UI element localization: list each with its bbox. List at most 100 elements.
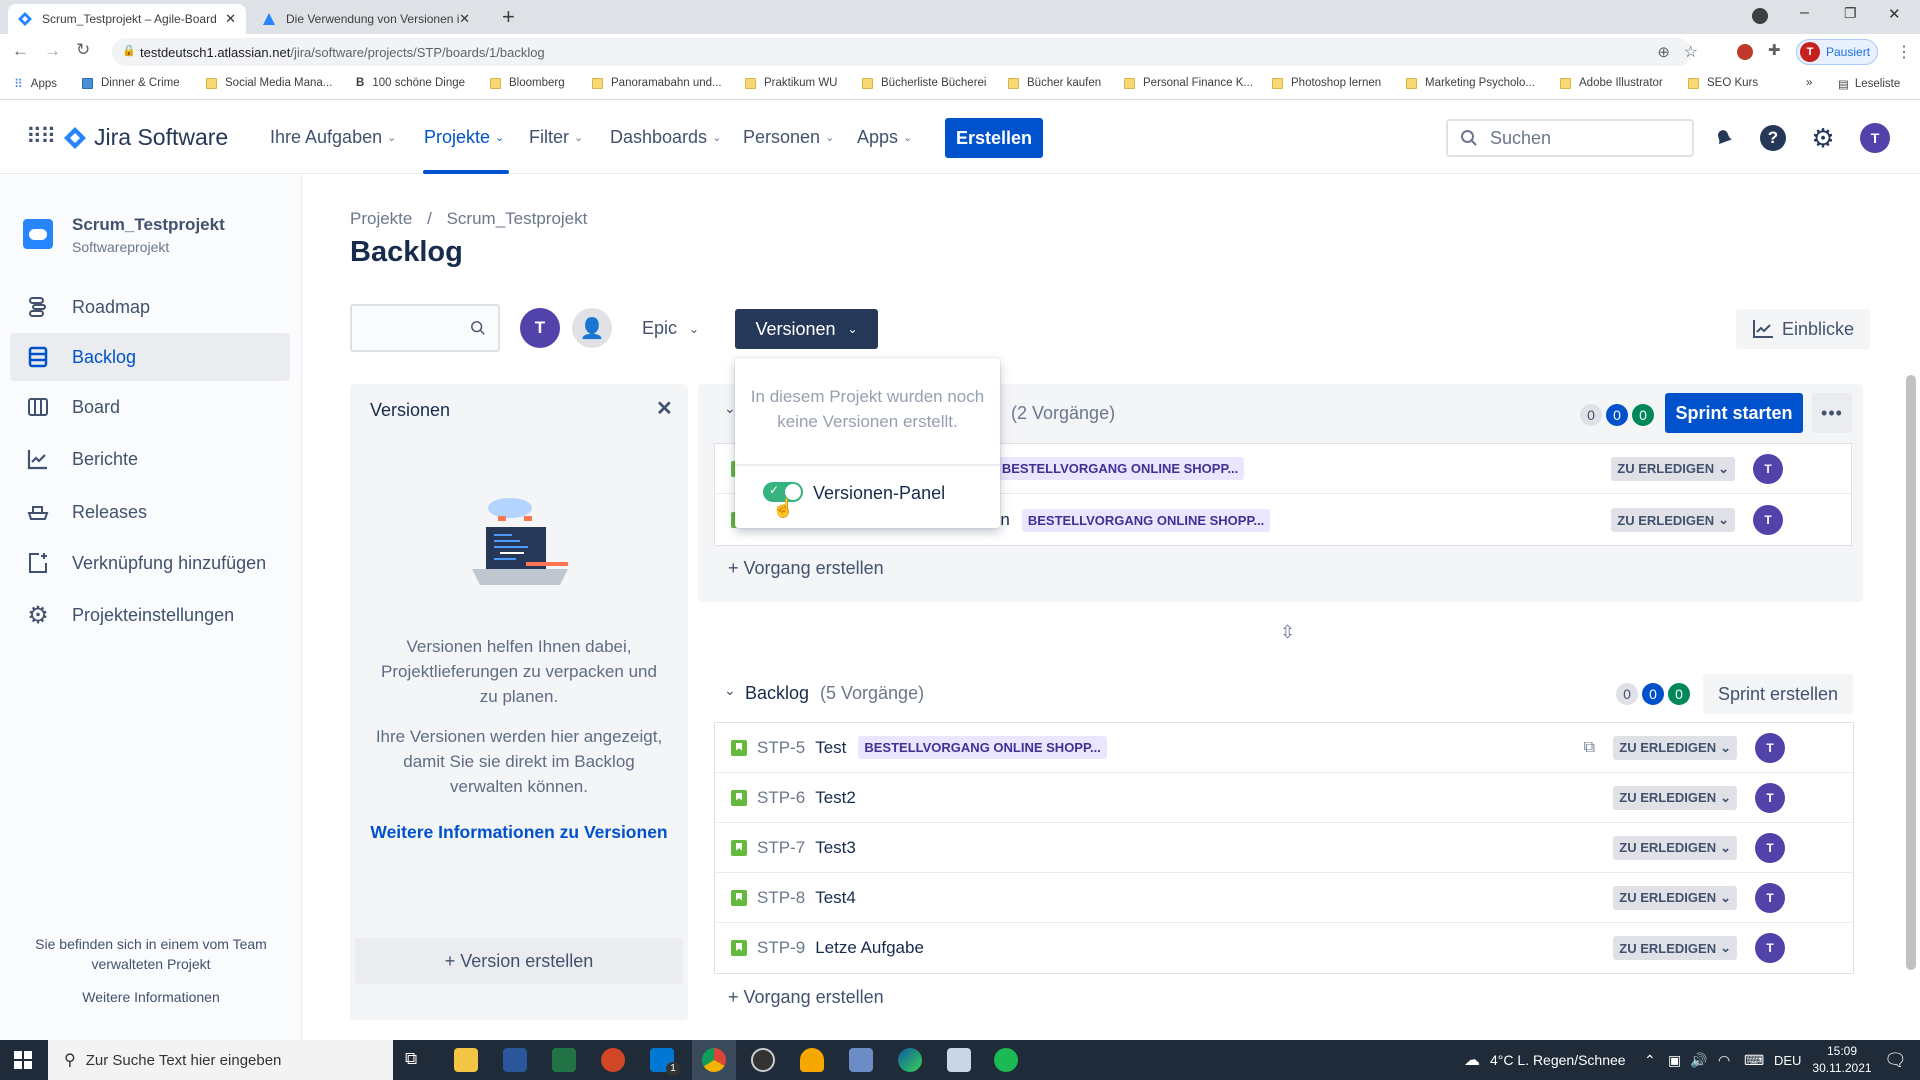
nav-apps[interactable]: Apps ⌄ xyxy=(857,127,912,148)
powerpoint-icon[interactable] xyxy=(601,1048,625,1072)
create-button[interactable]: Erstellen xyxy=(945,118,1043,158)
nav-dashboards[interactable]: Dashboards ⌄ xyxy=(610,127,721,148)
sidebar-item-reports[interactable]: Berichte xyxy=(10,435,290,483)
tray-expand-icon[interactable]: ⌃ xyxy=(1644,1040,1656,1080)
project-name[interactable]: Scrum_Testprojekt xyxy=(72,215,225,235)
task-view-icon[interactable]: ⧉ xyxy=(405,1049,417,1069)
epic-label[interactable]: BESTELLVORGANG ONLINE SHOPP... xyxy=(995,457,1245,480)
app-icon[interactable] xyxy=(849,1048,873,1072)
issue-row[interactable]: STP-8 Test4 ZU ERLEDIGEN ⌄ T xyxy=(715,873,1853,923)
maximize-button[interactable]: ❐ xyxy=(1844,5,1857,22)
sidebar-item-roadmap[interactable]: Roadmap xyxy=(10,283,290,331)
keyboard-icon[interactable]: ⌨ xyxy=(1744,1040,1764,1080)
bookmark[interactable]: Personal Finance K... xyxy=(1124,77,1253,89)
url-input[interactable]: 🔒 testdeutsch1.atlassian.net/jira/softwa… xyxy=(112,38,1698,66)
breadcrumb-projects[interactable]: Projekte xyxy=(350,209,412,228)
resize-handle-icon[interactable]: ⇳ xyxy=(1280,622,1295,643)
nav-personen[interactable]: Personen ⌄ xyxy=(743,127,834,148)
assignee-avatar[interactable]: T xyxy=(1755,882,1785,913)
create-issue-button[interactable]: + Vorgang erstellen xyxy=(728,558,884,579)
notepad-icon[interactable] xyxy=(947,1048,971,1072)
clock[interactable]: 15:09 30.11.2021 xyxy=(1806,1043,1878,1077)
bookmark[interactable]: Social Media Mana... xyxy=(206,77,332,89)
chrome-icon[interactable] xyxy=(702,1048,726,1072)
reading-list[interactable]: ▤ Leseliste xyxy=(1838,77,1900,91)
nav-projekte[interactable]: Projekte ⌄ xyxy=(424,127,504,148)
windows-start-icon[interactable] xyxy=(14,1051,32,1069)
sidebar-item-add-shortcut[interactable]: Verknüpfung hinzufügen xyxy=(10,539,290,587)
bookmark[interactable]: B 100 schöne Dinge xyxy=(356,77,465,89)
user-avatar[interactable]: T xyxy=(1860,123,1890,153)
bookmarks-more[interactable]: » xyxy=(1806,77,1812,89)
app-switcher-icon[interactable]: ⠿⠿ xyxy=(26,124,56,150)
backlog-search-input[interactable] xyxy=(350,304,500,352)
more-info-link[interactable]: Weitere Informationen xyxy=(20,989,282,1005)
edge-icon[interactable] xyxy=(898,1048,922,1072)
notifications-bell-icon[interactable] xyxy=(1710,124,1738,152)
status-dropdown[interactable]: ZU ERLEDIGEN ⌄ xyxy=(1611,508,1735,532)
chevron-down-icon[interactable]: ⌄ xyxy=(724,682,736,699)
jira-logo[interactable]: Jira Software xyxy=(64,124,228,151)
assignee-avatar[interactable]: T xyxy=(1755,933,1785,963)
network-icon[interactable]: ◠ xyxy=(1718,1040,1730,1080)
obs-icon[interactable] xyxy=(751,1048,775,1072)
adblock-icon[interactable] xyxy=(1737,44,1753,60)
weather-widget[interactable]: ☁ 4°C L. Regen/Schnee xyxy=(1464,1040,1626,1080)
sidebar-item-backlog[interactable]: Backlog xyxy=(10,333,290,381)
issue-row[interactable]: STP-9 Letze Aufgabe ZU ERLEDIGEN ⌄ T xyxy=(715,923,1853,973)
issue-row[interactable]: STP-5 Test BESTELLVORGANG ONLINE SHOPP..… xyxy=(715,723,1853,773)
versions-dropdown-button[interactable]: Versionen ⌄ xyxy=(735,309,878,349)
global-search-input[interactable]: Suchen xyxy=(1446,119,1694,157)
audacity-icon[interactable] xyxy=(800,1048,824,1072)
create-version-button[interactable]: + Version erstellen xyxy=(355,938,683,984)
browser-tab[interactable]: Die Verwendung von Versionen i ✕ xyxy=(252,4,480,34)
meet-icon[interactable]: ▣ xyxy=(1668,1040,1681,1080)
excel-icon[interactable] xyxy=(552,1048,576,1072)
file-explorer-icon[interactable] xyxy=(454,1048,478,1072)
filter-avatar-t[interactable]: T xyxy=(520,308,560,348)
notifications-icon[interactable]: 🗨 xyxy=(1884,1040,1907,1080)
epic-label[interactable]: BESTELLVORGANG ONLINE SHOPP... xyxy=(1021,508,1271,532)
status-dropdown[interactable]: ZU ERLEDIGEN ⌄ xyxy=(1611,456,1735,481)
start-sprint-button[interactable]: Sprint starten xyxy=(1665,393,1803,433)
profile-button[interactable]: T Pausiert xyxy=(1796,39,1878,65)
browser-tab-active[interactable]: Scrum_Testprojekt – Agile-Board ✕ xyxy=(8,4,246,34)
close-window-button[interactable]: ✕ xyxy=(1888,5,1901,23)
tab-search-icon[interactable] xyxy=(1752,8,1768,24)
add-people-icon[interactable]: 👤 xyxy=(572,308,612,348)
bookmark-apps[interactable]: ⠿ Apps xyxy=(14,77,57,91)
assignee-avatar[interactable]: T xyxy=(1755,832,1785,863)
status-dropdown[interactable]: ZU ERLEDIGEN ⌄ xyxy=(1613,885,1737,910)
bookmark[interactable]: Bücher kaufen xyxy=(1008,77,1101,89)
status-dropdown[interactable]: ZU ERLEDIGEN ⌄ xyxy=(1613,785,1737,810)
create-sprint-button[interactable]: Sprint erstellen xyxy=(1703,674,1853,714)
epic-filter-dropdown[interactable]: Epic ⌄ xyxy=(642,318,699,339)
versions-info-link[interactable]: Weitere Informationen zu Versionen xyxy=(350,822,688,843)
create-issue-button[interactable]: + Vorgang erstellen xyxy=(728,987,884,1008)
forward-icon[interactable]: → xyxy=(44,41,61,61)
bookmark[interactable]: Marketing Psycholo... xyxy=(1406,77,1535,89)
bookmark[interactable]: SEO Kurs xyxy=(1688,77,1758,89)
settings-gear-icon[interactable]: ⚙ xyxy=(1809,123,1837,153)
assignee-avatar[interactable]: T xyxy=(1753,453,1783,484)
taskbar-search-input[interactable]: ⚲ Zur Suche Text hier eingeben xyxy=(48,1040,393,1080)
minimize-button[interactable]: – xyxy=(1800,4,1809,22)
nav-filter[interactable]: Filter ⌄ xyxy=(529,127,583,148)
issue-row[interactable]: STP-7 Test3 ZU ERLEDIGEN ⌄ T xyxy=(715,823,1853,873)
bookmark[interactable]: Photoshop lernen xyxy=(1272,77,1381,89)
status-dropdown[interactable]: ZU ERLEDIGEN ⌄ xyxy=(1613,835,1737,860)
sidebar-item-board[interactable]: Board xyxy=(10,383,290,431)
language-indicator[interactable]: DEU xyxy=(1774,1040,1801,1080)
close-tab-icon[interactable]: ✕ xyxy=(225,11,236,27)
close-tab-icon[interactable]: ✕ xyxy=(459,11,470,27)
back-icon[interactable]: ← xyxy=(12,41,29,61)
epic-label[interactable]: BESTELLVORGANG ONLINE SHOPP... xyxy=(858,736,1107,759)
zoom-icon[interactable]: ⊕ xyxy=(1657,43,1670,61)
sidebar-item-releases[interactable]: Releases xyxy=(10,488,290,536)
word-icon[interactable] xyxy=(503,1048,527,1072)
status-dropdown[interactable]: ZU ERLEDIGEN ⌄ xyxy=(1613,936,1737,960)
assignee-avatar[interactable]: T xyxy=(1755,732,1785,763)
status-dropdown[interactable]: ZU ERLEDIGEN ⌄ xyxy=(1613,735,1737,760)
insights-button[interactable]: Einblicke xyxy=(1736,309,1870,349)
new-tab-button[interactable]: + xyxy=(502,4,515,30)
